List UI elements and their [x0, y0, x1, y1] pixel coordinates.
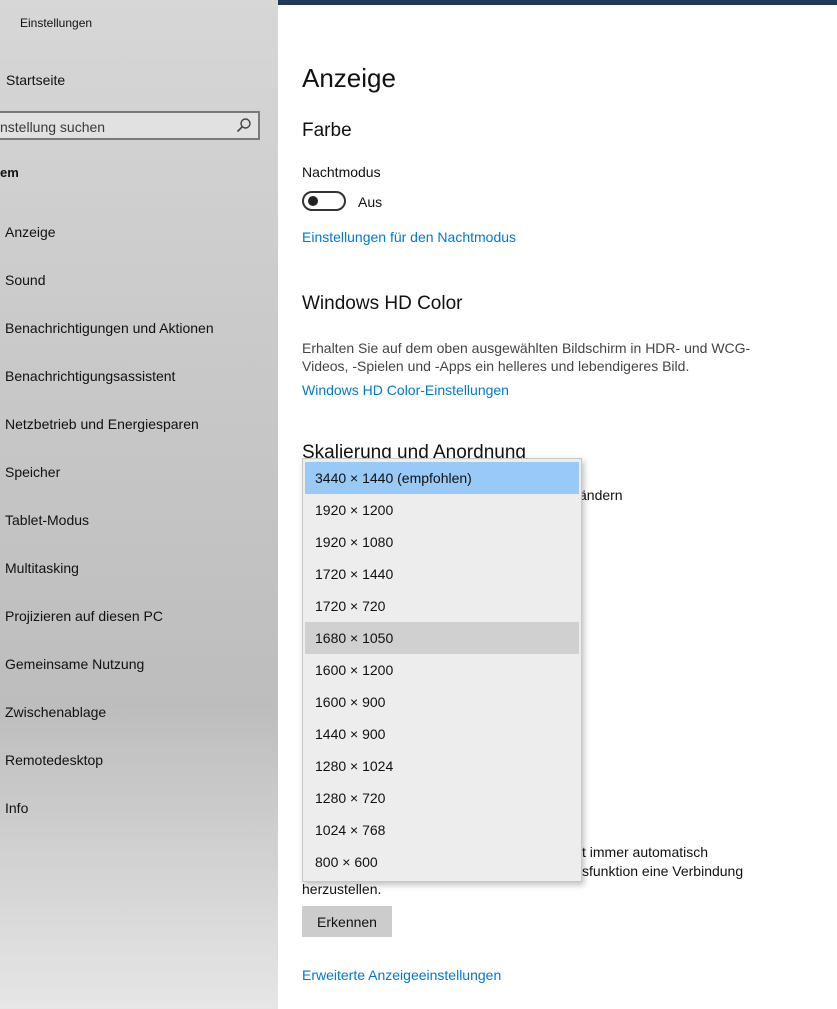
- hd-color-description-line2: Videos, -Spielen und -Apps ein helleres …: [302, 358, 690, 374]
- night-mode-toggle[interactable]: [302, 191, 346, 211]
- sidebar-item-benachrichtigungen[interactable]: Benachrichtigungen und Aktionen: [5, 320, 214, 336]
- resolution-option[interactable]: 1920 × 1080: [305, 526, 579, 558]
- detect-text-line2: sfunktion eine Verbindung: [582, 863, 744, 879]
- resolution-option[interactable]: 1024 × 768: [305, 814, 579, 846]
- sidebar-item-gemeinsame-nutzung[interactable]: Gemeinsame Nutzung: [5, 656, 144, 672]
- sidebar-item-netzbetrieb[interactable]: Netzbetrieb und Energiesparen: [5, 416, 199, 432]
- resolution-option[interactable]: 3440 × 1440 (empfohlen): [305, 462, 579, 494]
- section-heading-hd-color: Windows HD Color: [302, 293, 463, 314]
- hd-color-settings-link[interactable]: Windows HD Color-Einstellungen: [302, 382, 509, 398]
- sidebar-item-info[interactable]: Info: [5, 800, 28, 816]
- app-title: Einstellungen: [20, 16, 93, 30]
- sidebar-item-projizieren[interactable]: Projizieren auf diesen PC: [5, 608, 163, 624]
- sidebar-item-tablet-modus[interactable]: Tablet-Modus: [5, 512, 89, 528]
- scaling-partial-text: ändern: [579, 487, 623, 503]
- advanced-display-settings-link[interactable]: Erweiterte Anzeigeeinstellungen: [302, 967, 501, 983]
- detect-button[interactable]: Erkennen: [302, 906, 392, 937]
- search-box[interactable]: [0, 111, 260, 140]
- detect-text-line1: t immer automatisch: [582, 844, 709, 860]
- night-mode-label: Nachtmodus: [302, 164, 381, 180]
- resolution-option[interactable]: 1600 × 1200: [305, 654, 579, 686]
- resolution-option[interactable]: 1440 × 900: [305, 718, 579, 750]
- resolution-option[interactable]: 1720 × 720: [305, 590, 579, 622]
- sidebar-item-speicher[interactable]: Speicher: [5, 464, 60, 480]
- resolution-option[interactable]: 800 × 600: [305, 846, 579, 878]
- page-title: Anzeige: [302, 63, 396, 93]
- sidebar-group-heading: em: [0, 165, 19, 180]
- hd-color-description-line1: Erhalten Sie auf dem oben ausgewählten B…: [302, 340, 751, 356]
- sidebar-item-multitasking[interactable]: Multitasking: [5, 560, 79, 576]
- resolution-option[interactable]: 1920 × 1200: [305, 494, 579, 526]
- sidebar-item-sound[interactable]: Sound: [5, 272, 45, 288]
- search-input[interactable]: [0, 113, 227, 140]
- resolution-dropdown-list[interactable]: 3440 × 1440 (empfohlen) 1920 × 1200 1920…: [302, 458, 582, 882]
- sidebar-item-anzeige[interactable]: Anzeige: [5, 224, 56, 240]
- sidebar-item-remotedesktop[interactable]: Remotedesktop: [5, 752, 103, 768]
- night-mode-settings-link[interactable]: Einstellungen für den Nachtmodus: [302, 229, 516, 245]
- resolution-option[interactable]: 1600 × 900: [305, 686, 579, 718]
- resolution-option[interactable]: 1280 × 720: [305, 782, 579, 814]
- sidebar-item-zwischenablage[interactable]: Zwischenablage: [5, 704, 106, 720]
- detect-text-line3: herzustellen.: [302, 881, 382, 897]
- sidebar: Einstellungen Startseite em Anzeige Soun…: [0, 0, 278, 1009]
- section-heading-farbe: Farbe: [302, 120, 352, 141]
- sidebar-home[interactable]: Startseite: [6, 72, 65, 88]
- search-icon[interactable]: [236, 117, 252, 133]
- toggle-knob: [308, 196, 318, 206]
- resolution-option[interactable]: 1280 × 1024: [305, 750, 579, 782]
- sidebar-item-benachrichtigungsassistent[interactable]: Benachrichtigungsassistent: [5, 368, 175, 384]
- resolution-option[interactable]: 1720 × 1440: [305, 558, 579, 590]
- resolution-option[interactable]: 1680 × 1050: [305, 622, 579, 654]
- night-mode-state: Aus: [358, 194, 383, 210]
